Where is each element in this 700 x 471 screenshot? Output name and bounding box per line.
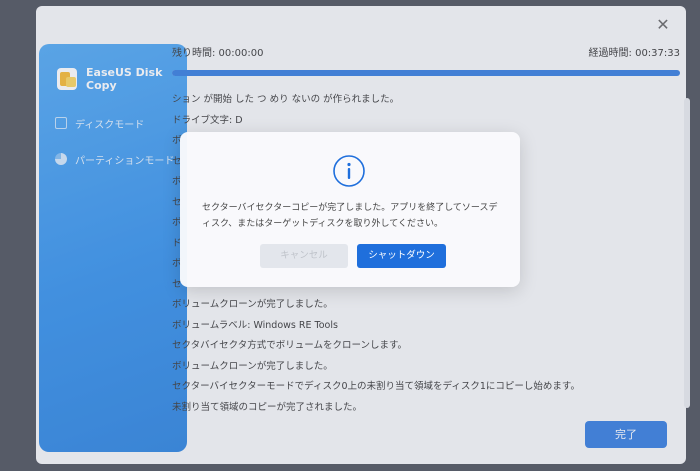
info-icon bbox=[333, 155, 365, 187]
dialog-message: セクターバイセクターコピーが完了しました。アプリを終了してソースディスク、または… bbox=[202, 203, 498, 229]
completion-dialog: セクターバイセクターコピーが完了しました。アプリを終了してソースディスク、または… bbox=[180, 132, 520, 287]
shutdown-button[interactable]: シャットダウン bbox=[357, 244, 446, 268]
cancel-button[interactable]: キャンセル bbox=[260, 244, 348, 268]
